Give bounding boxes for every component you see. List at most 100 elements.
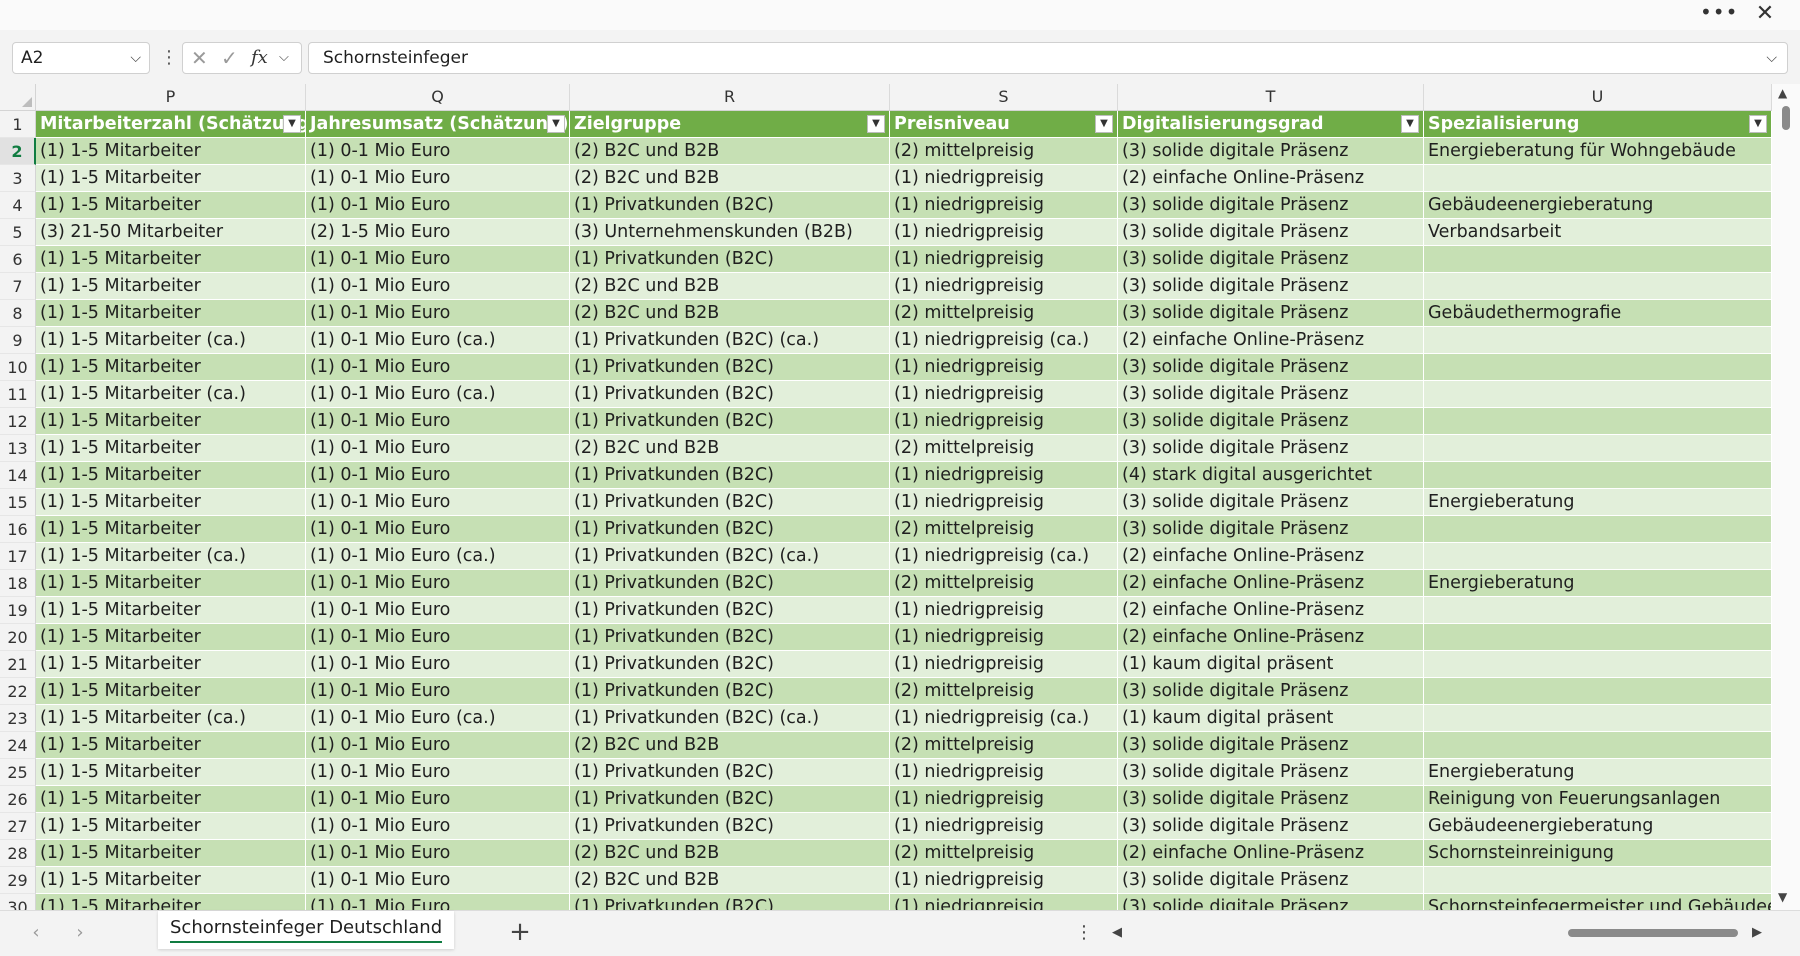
table-cell[interactable]: (2) B2C und B2B xyxy=(570,138,890,165)
table-cell[interactable]: (1) Privatkunden (B2C) xyxy=(570,759,890,786)
table-cell[interactable]: (1) Privatkunden (B2C) xyxy=(570,651,890,678)
table-cell[interactable]: (1) 1-5 Mitarbeiter xyxy=(36,165,306,192)
table-cell[interactable]: (1) 1-5 Mitarbeiter xyxy=(36,840,306,867)
table-cell[interactable]: (1) 0-1 Mio Euro xyxy=(306,786,570,813)
table-cell[interactable]: (1) Privatkunden (B2C) (ca.) xyxy=(570,327,890,354)
table-cell[interactable]: (2) mittelpreisig xyxy=(890,678,1118,705)
table-cell[interactable]: (2) mittelpreisig xyxy=(890,300,1118,327)
table-cell[interactable]: Schornsteinreinigung xyxy=(1424,840,1772,867)
table-cell[interactable]: (1) 0-1 Mio Euro xyxy=(306,894,570,910)
table-cell[interactable]: Reinigung von Feuerungsanlagen xyxy=(1424,786,1772,813)
column-header[interactable]: U xyxy=(1424,84,1772,110)
scrollbar-thumb[interactable] xyxy=(1568,929,1738,937)
table-cell[interactable]: (3) solide digitale Präsenz xyxy=(1118,354,1424,381)
vertical-scrollbar[interactable]: ▲ ▼ xyxy=(1772,84,1800,910)
table-cell[interactable]: Verbandsarbeit xyxy=(1424,219,1772,246)
table-cell[interactable]: (1) niedrigpreisig (ca.) xyxy=(890,543,1118,570)
table-cell[interactable]: (1) niedrigpreisig xyxy=(890,867,1118,894)
table-cell[interactable]: (1) 1-5 Mitarbeiter xyxy=(36,759,306,786)
table-cell[interactable]: (1) 0-1 Mio Euro (ca.) xyxy=(306,705,570,732)
table-cell[interactable]: (1) niedrigpreisig xyxy=(890,165,1118,192)
table-cell[interactable] xyxy=(1424,273,1772,300)
row-number[interactable]: 11 xyxy=(0,381,36,408)
column-header[interactable]: T xyxy=(1118,84,1424,110)
table-cell[interactable]: (1) niedrigpreisig xyxy=(890,624,1118,651)
cancel-icon[interactable]: ✕ xyxy=(191,43,208,73)
close-icon[interactable]: ✕ xyxy=(1750,2,1780,26)
table-cell[interactable]: (1) Privatkunden (B2C) xyxy=(570,246,890,273)
table-cell[interactable]: Energieberatung für Wohngebäude xyxy=(1424,138,1772,165)
row-number[interactable]: 12 xyxy=(0,408,36,435)
column-header[interactable]: R xyxy=(570,84,890,110)
table-cell[interactable]: (3) solide digitale Präsenz xyxy=(1118,678,1424,705)
row-number[interactable]: 17 xyxy=(0,543,36,570)
table-cell[interactable]: (1) kaum digital präsent xyxy=(1118,651,1424,678)
table-cell[interactable]: (2) B2C und B2B xyxy=(570,165,890,192)
confirm-icon[interactable]: ✓ xyxy=(221,43,238,73)
table-cell[interactable]: (1) niedrigpreisig xyxy=(890,462,1118,489)
table-cell[interactable]: Gebäudethermografie xyxy=(1424,300,1772,327)
row-number[interactable]: 2 xyxy=(0,138,36,165)
table-cell[interactable]: (2) B2C und B2B xyxy=(570,435,890,462)
table-cell[interactable]: (1) 1-5 Mitarbeiter xyxy=(36,138,306,165)
table-cell[interactable]: (2) mittelpreisig xyxy=(890,840,1118,867)
table-cell[interactable]: (1) 0-1 Mio Euro xyxy=(306,165,570,192)
table-cell[interactable]: (2) einfache Online-Präsenz xyxy=(1118,597,1424,624)
table-cell[interactable] xyxy=(1424,867,1772,894)
table-cell[interactable]: (1) niedrigpreisig xyxy=(890,651,1118,678)
table-cell[interactable]: (3) solide digitale Präsenz xyxy=(1118,894,1424,910)
table-cell[interactable]: Schornsteinfegermeister und Gebäudeenerg… xyxy=(1424,894,1772,910)
row-number[interactable]: 18 xyxy=(0,570,36,597)
header-cell[interactable]: Preisniveau ▼ xyxy=(890,111,1118,138)
table-cell[interactable] xyxy=(1424,651,1772,678)
add-sheet-button[interactable]: + xyxy=(505,917,535,947)
column-header[interactable]: P xyxy=(36,84,306,110)
row-number[interactable]: 3 xyxy=(0,165,36,192)
chevron-right-icon[interactable]: › xyxy=(66,919,94,947)
table-cell[interactable]: (1) 0-1 Mio Euro xyxy=(306,759,570,786)
table-cell[interactable]: (1) 1-5 Mitarbeiter xyxy=(36,435,306,462)
sheet-tab-active[interactable]: Schornsteinfeger Deutschland xyxy=(158,911,455,949)
row-number[interactable]: 24 xyxy=(0,732,36,759)
table-cell[interactable]: (1) 0-1 Mio Euro xyxy=(306,867,570,894)
table-cell[interactable]: (3) solide digitale Präsenz xyxy=(1118,273,1424,300)
table-cell[interactable]: (2) einfache Online-Präsenz xyxy=(1118,624,1424,651)
table-cell[interactable] xyxy=(1424,381,1772,408)
table-cell[interactable]: (1) Privatkunden (B2C) xyxy=(570,381,890,408)
table-cell[interactable]: (1) niedrigpreisig xyxy=(890,408,1118,435)
table-cell[interactable]: (3) solide digitale Präsenz xyxy=(1118,813,1424,840)
table-cell[interactable]: (3) solide digitale Präsenz xyxy=(1118,138,1424,165)
table-cell[interactable]: (1) Privatkunden (B2C) xyxy=(570,624,890,651)
header-cell[interactable]: Zielgruppe ▼ xyxy=(570,111,890,138)
table-cell[interactable]: (1) niedrigpreisig (ca.) xyxy=(890,705,1118,732)
table-cell[interactable]: (1) niedrigpreisig xyxy=(890,354,1118,381)
horizontal-scrollbar[interactable]: ◀ ▶ xyxy=(1112,919,1762,947)
table-cell[interactable]: (3) 21-50 Mitarbeiter xyxy=(36,219,306,246)
row-number[interactable]: 9 xyxy=(0,327,36,354)
row-number[interactable]: 19 xyxy=(0,597,36,624)
more-icon[interactable]: ••• xyxy=(1700,2,1737,26)
vertical-dots-icon[interactable]: ⋮ xyxy=(160,44,178,72)
table-cell[interactable]: (2) einfache Online-Präsenz xyxy=(1118,165,1424,192)
table-cell[interactable]: (1) 1-5 Mitarbeiter (ca.) xyxy=(36,543,306,570)
table-cell[interactable]: (1) niedrigpreisig xyxy=(890,813,1118,840)
header-cell[interactable]: Digitalisierungsgrad ▼ xyxy=(1118,111,1424,138)
table-cell[interactable]: (1) niedrigpreisig (ca.) xyxy=(890,327,1118,354)
row-number[interactable]: 25 xyxy=(0,759,36,786)
filter-dropdown-icon[interactable]: ▼ xyxy=(283,115,301,133)
vertical-dots-icon[interactable]: ⋮ xyxy=(1074,919,1094,947)
table-cell[interactable]: (3) Unternehmenskunden (B2B) xyxy=(570,219,890,246)
table-cell[interactable]: (2) einfache Online-Präsenz xyxy=(1118,327,1424,354)
table-cell[interactable] xyxy=(1424,705,1772,732)
table-cell[interactable]: (1) 0-1 Mio Euro (ca.) xyxy=(306,327,570,354)
filter-dropdown-icon[interactable]: ▼ xyxy=(1401,115,1419,133)
table-cell[interactable]: (1) 0-1 Mio Euro xyxy=(306,813,570,840)
table-cell[interactable]: (3) solide digitale Präsenz xyxy=(1118,300,1424,327)
table-cell[interactable]: (1) Privatkunden (B2C) xyxy=(570,408,890,435)
table-cell[interactable] xyxy=(1424,624,1772,651)
table-cell[interactable]: (1) 0-1 Mio Euro xyxy=(306,192,570,219)
header-cell[interactable]: Jahresumsatz (Schätzung) ▼ xyxy=(306,111,570,138)
row-number[interactable]: 21 xyxy=(0,651,36,678)
row-number[interactable]: 13 xyxy=(0,435,36,462)
table-cell[interactable]: (1) 0-1 Mio Euro xyxy=(306,246,570,273)
